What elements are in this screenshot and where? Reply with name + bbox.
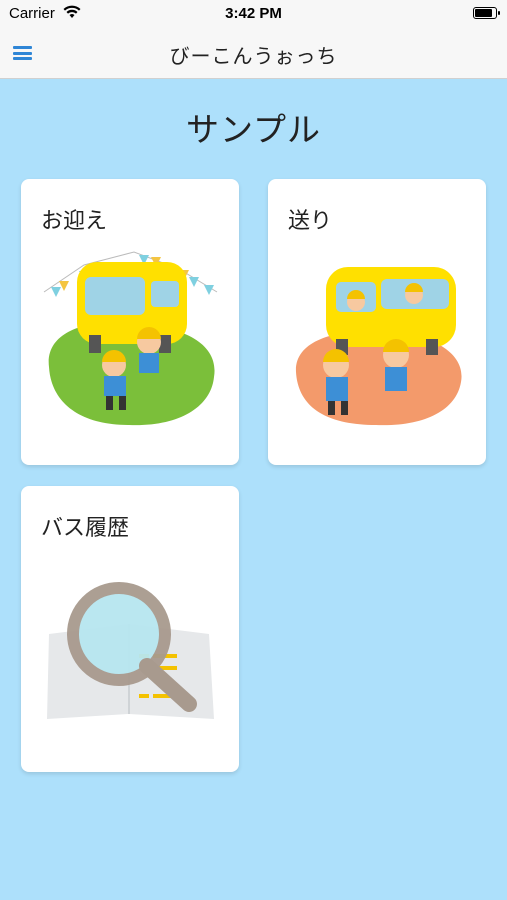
- card-title: バス履歴: [41, 516, 130, 541]
- card-bus-history[interactable]: バス履歴: [21, 486, 239, 772]
- nav-title: びーこんうぉっち: [169, 44, 338, 68]
- battery-icon: [473, 7, 500, 19]
- magnifier-history-illustration: [47, 582, 214, 719]
- bus-pickup-illustration: [43, 251, 218, 426]
- navigation-bar: びーこんうぉっち: [0, 28, 507, 79]
- status-bar: Carrier 3:42 PM: [0, 0, 507, 28]
- card-pickup[interactable]: お迎え: [21, 179, 239, 465]
- card-title: お迎え: [41, 209, 108, 234]
- page-heading: サンプル: [185, 110, 321, 149]
- bus-dropoff-illustration: [295, 267, 462, 426]
- card-title: 送り: [288, 209, 333, 234]
- battery-level: [475, 9, 492, 17]
- card-dropoff[interactable]: 送り: [268, 179, 486, 465]
- clock: 3:42 PM: [225, 5, 282, 22]
